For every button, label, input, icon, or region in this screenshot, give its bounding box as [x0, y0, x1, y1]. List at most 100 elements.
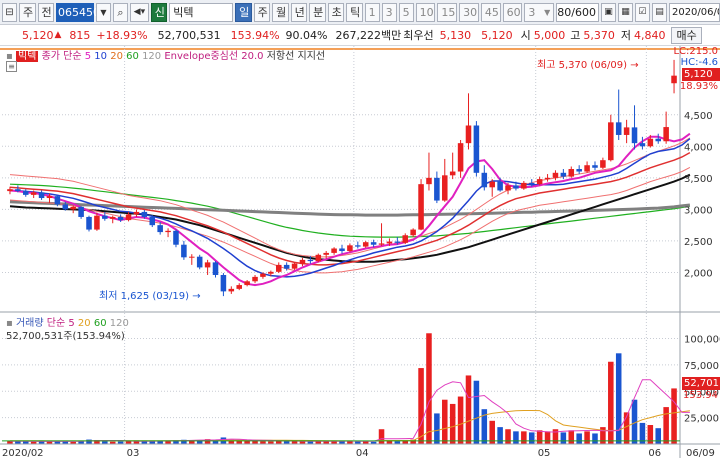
candle-body	[173, 230, 179, 245]
candle-body	[442, 175, 448, 201]
period-month-button[interactable]: 월	[272, 2, 289, 22]
current-pct-label: 18.93%	[679, 81, 718, 92]
legend-ma60: 60	[126, 51, 139, 62]
minute-10-button[interactable]: 10	[415, 2, 436, 22]
toolbar: ⊟ 주 전 065450 ▼ ⌕ ◀▾ 신 빅텍 일 주 월 년 분 초 틱 1…	[0, 0, 720, 25]
minute-60-button[interactable]: 60	[502, 2, 523, 22]
volume-tick-label: 100,000	[684, 335, 720, 346]
volume-bar	[655, 428, 662, 444]
candle-body	[608, 122, 614, 161]
legend-ma120: 120	[142, 51, 162, 62]
period-minute-button[interactable]: 분	[309, 2, 326, 22]
volume-bar	[528, 432, 535, 444]
volume-bar	[568, 430, 575, 444]
stock-code-input[interactable]: 065450	[56, 2, 100, 22]
save-icon[interactable]: ▤	[651, 2, 667, 22]
x-tick-label: 06	[648, 448, 661, 458]
grid-icon[interactable]: ▦	[617, 2, 633, 22]
market-type-button[interactable]: 주	[19, 2, 36, 22]
count-display-field[interactable]: 80/600	[556, 2, 599, 22]
x-tick-label: 03	[127, 448, 140, 458]
candle-body	[386, 241, 393, 244]
minute-5-button[interactable]: 5	[398, 2, 414, 22]
candle-body	[196, 256, 203, 268]
candle-body	[647, 138, 654, 147]
candle-body	[244, 281, 250, 286]
chart-window: ⊟ 주 전 065450 ▼ ⌕ ◀▾ 신 빅텍 일 주 월 년 분 초 틱 1…	[0, 0, 720, 458]
stock-chart[interactable]: 4,500 4,000 3,500 3,000 2,500 2,000 100,000 75,…	[0, 46, 720, 458]
volume-bar	[560, 432, 567, 444]
candle-body	[117, 216, 124, 221]
buy-button[interactable]: 매수	[671, 26, 702, 44]
candle-body	[378, 243, 385, 245]
volume-bar	[505, 429, 511, 444]
candle-body	[133, 211, 140, 215]
low-annotation: 최저 1,625 (03/19) →	[99, 287, 201, 302]
minute-select-value: 3	[528, 5, 536, 19]
volume-bar	[378, 429, 385, 444]
volume-bar	[457, 396, 464, 444]
volume-bar	[592, 433, 598, 444]
stock-name-field[interactable]: 빅텍	[169, 2, 234, 22]
open-label: 시	[520, 29, 531, 42]
candle-body	[38, 192, 45, 199]
expand-icon[interactable]: ⊟	[2, 2, 17, 22]
candle-body	[528, 182, 535, 185]
minute-1-button[interactable]: 1	[364, 2, 380, 22]
candle-body	[655, 138, 662, 142]
prev-button[interactable]: 전	[37, 2, 54, 22]
price-info-bar: 5,120 ▲ 815 +18.93% 52,700,531 153.94% 9…	[0, 25, 720, 46]
candle-body	[521, 182, 527, 189]
candle-body	[331, 248, 337, 253]
legend-envelope: Envelope중심선 20.0	[164, 51, 264, 62]
candle-body	[315, 254, 322, 262]
candle-body	[497, 181, 503, 191]
price-tick-label: 4,500	[684, 111, 713, 122]
candle-body	[323, 252, 329, 255]
candle-body	[576, 169, 582, 172]
chevron-down-icon[interactable]: ▼	[96, 2, 111, 22]
best-ask-price: 5,130	[439, 28, 472, 42]
minute-45-button[interactable]: 45	[480, 2, 501, 22]
new-stock-button[interactable]: 신	[150, 2, 168, 22]
candle-body	[94, 215, 100, 230]
high-annotation: 최고 5,370 (06/09) →	[537, 56, 639, 71]
arrow-right-icon: →	[630, 60, 639, 71]
candle-body	[631, 127, 638, 144]
period-year-button[interactable]: 년	[290, 2, 308, 22]
candle-body	[212, 262, 219, 275]
high-price: 5,370	[583, 28, 615, 42]
minute-15-button[interactable]: 15	[437, 2, 458, 22]
candle-body	[102, 215, 108, 219]
period-second-button[interactable]: 초	[327, 2, 345, 22]
volume-bar	[663, 407, 669, 444]
candle-body	[544, 177, 551, 180]
chart-settings-icon[interactable]: ≡	[6, 61, 17, 72]
speaker-icon[interactable]: ◀▾	[130, 2, 149, 22]
candle-body	[465, 125, 472, 144]
period-week-button[interactable]: 주	[253, 2, 271, 22]
period-tick-button[interactable]: 틱	[346, 2, 363, 22]
minute-30-button[interactable]: 30	[459, 2, 479, 22]
x-tick-label: 2020/02	[2, 448, 44, 458]
minute-select[interactable]: 3 ▼	[524, 2, 555, 22]
checkbox-icon[interactable]: ☑	[634, 2, 650, 22]
price-tick-label: 2,000	[684, 268, 713, 279]
candle-body	[78, 206, 84, 217]
candle-body	[560, 172, 567, 177]
candle-body	[86, 216, 92, 230]
search-icon[interactable]: ⌕	[113, 2, 128, 22]
lock-icon[interactable]: ▣	[600, 2, 616, 22]
candle-body	[418, 184, 424, 230]
candle-body	[204, 262, 211, 268]
candle-body	[505, 185, 511, 191]
volume-summary: 52,700,531주(153.94%)	[6, 331, 125, 342]
price-tick-label: 3,500	[684, 174, 713, 185]
period-day-button[interactable]: 일	[235, 2, 252, 22]
candle-body	[299, 259, 306, 264]
minute-3-button[interactable]: 3	[381, 2, 397, 22]
candle-body	[30, 192, 37, 195]
volume-bar	[521, 431, 527, 444]
date-field[interactable]: 2020/06/09	[668, 2, 720, 22]
candle-body	[457, 143, 464, 172]
